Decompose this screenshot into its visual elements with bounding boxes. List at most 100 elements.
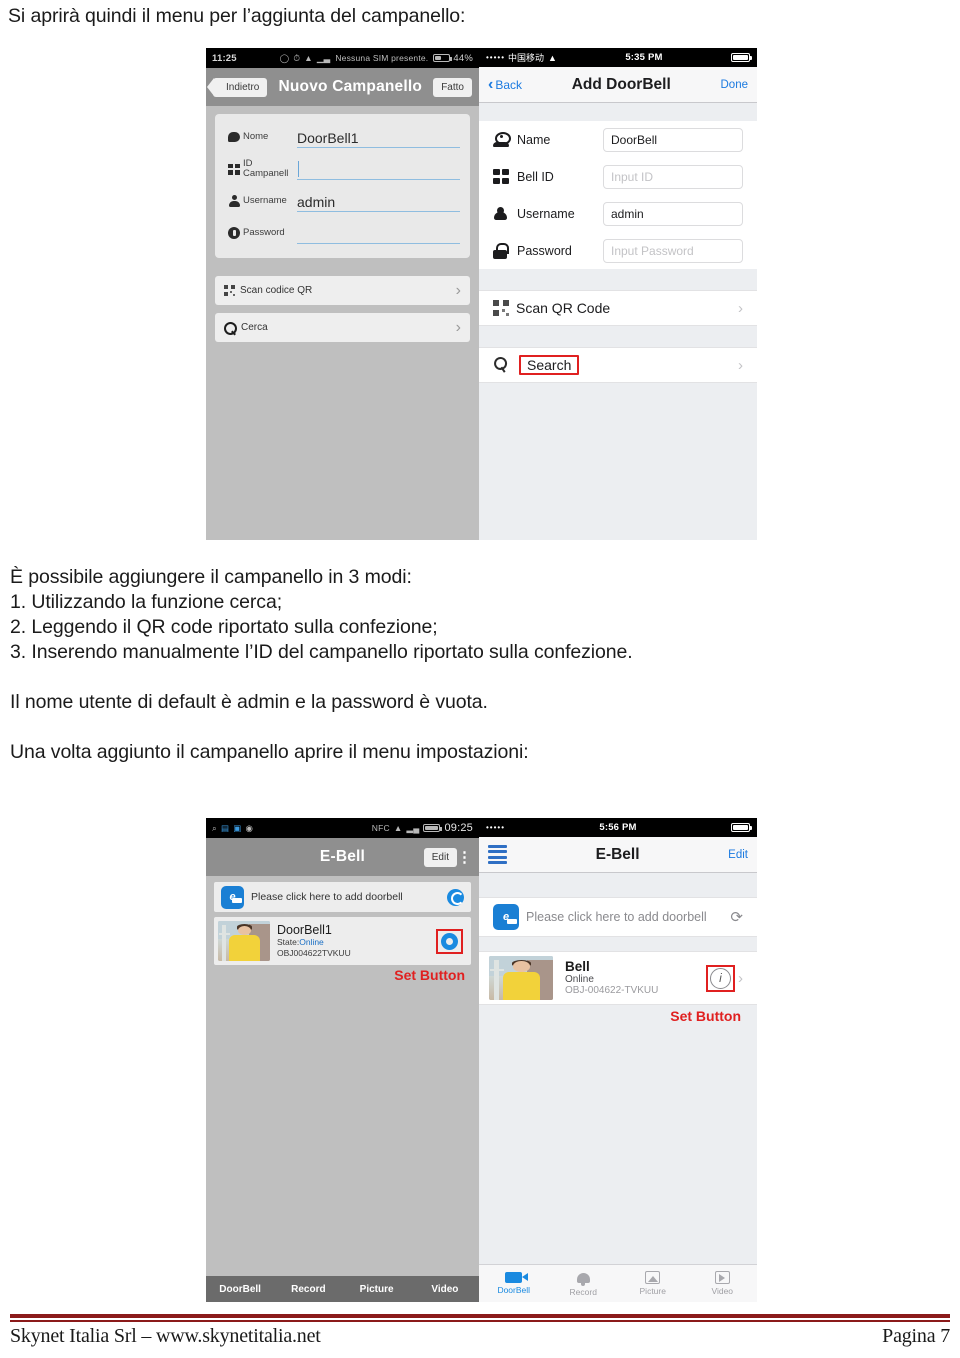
- scan-qr-row[interactable]: Scan codice QR ›: [215, 276, 470, 305]
- field-label: Username: [517, 206, 575, 221]
- camera-icon: [493, 132, 517, 147]
- edit-button[interactable]: Edit: [423, 847, 457, 867]
- lock-icon: [225, 227, 243, 239]
- menu-icon[interactable]: [488, 845, 507, 864]
- name-input-value: DoorBell1: [297, 130, 359, 146]
- device-list-item[interactable]: DoorBell1 State:Online OBJ004622TVKUU: [214, 917, 471, 965]
- video-camera-icon: [505, 1272, 529, 1283]
- android-status-time: 09:25: [444, 822, 473, 834]
- info-highlight-box: i: [706, 964, 735, 992]
- tab-label: Record: [569, 1286, 597, 1297]
- tab-picture[interactable]: Picture: [618, 1271, 688, 1296]
- chevron-right-icon: ›: [738, 969, 743, 987]
- gear-icon[interactable]: [441, 932, 458, 950]
- edit-button[interactable]: Edit: [728, 849, 748, 861]
- wifi-icon: ▲: [548, 52, 557, 63]
- intro-line: Si aprirà quindi il menu per l’aggiunta …: [8, 5, 466, 27]
- bell-id-input[interactable]: [297, 158, 460, 180]
- signal-icon: ▂▄: [406, 822, 420, 833]
- battery-icon: [433, 53, 453, 63]
- tab-record[interactable]: Record: [274, 1284, 342, 1295]
- form-row-password[interactable]: Password: [225, 217, 460, 249]
- android-navigation-bar: Indietro Nuovo Campanello Fatto: [206, 68, 479, 106]
- instructions-intro: È possibile aggiungere il campanello in …: [10, 566, 412, 588]
- android-battery-percent: 44%: [453, 52, 473, 64]
- android-form-card: Nome DoorBell1 ID Campanell Username adm…: [215, 114, 470, 258]
- wifi-icon: ▲: [393, 823, 403, 833]
- play-icon: [714, 1271, 730, 1284]
- device-list-item[interactable]: Bell Online OBJ-004622-TVKUU i ›: [479, 951, 757, 1005]
- chevron-right-icon: ›: [455, 281, 461, 299]
- footer-page-number: Pagina 7: [882, 1325, 950, 1347]
- tab-video[interactable]: Video: [411, 1284, 479, 1295]
- qr-icon: [493, 300, 509, 316]
- search-row[interactable]: Search ›: [479, 347, 757, 383]
- password-input[interactable]: Input Password: [603, 238, 743, 263]
- add-doorbell-row[interactable]: e Please click here to add doorbell ⟳: [479, 897, 757, 937]
- ios-navigation-bar: ‹ Back Add DoorBell Done: [479, 67, 757, 103]
- info-icon[interactable]: i: [710, 967, 731, 989]
- ebell-logo-icon: e: [493, 904, 519, 930]
- picture-icon: [645, 1271, 661, 1284]
- tab-doorbell[interactable]: DoorBell: [206, 1284, 274, 1295]
- device-state: State:Online: [277, 937, 436, 948]
- android-device-list-screen: ⌕ ▤ ▣ ◉ NFC ▲ ▂▄ 09:25 E-Bell Edit ⋮ e P…: [206, 818, 479, 1302]
- back-button[interactable]: ‹ Back: [488, 75, 522, 93]
- username-input[interactable]: admin: [297, 190, 460, 212]
- username-input[interactable]: admin: [603, 201, 743, 226]
- lock-icon: [493, 242, 517, 259]
- name-input[interactable]: DoorBell1: [297, 126, 460, 148]
- account-icon: ◉: [245, 822, 254, 833]
- field-label: Password: [517, 243, 572, 258]
- tab-doorbell[interactable]: DoorBell: [479, 1272, 549, 1295]
- form-row-username[interactable]: Username admin: [225, 185, 460, 217]
- screen-title: E-Bell: [595, 845, 640, 863]
- ios-form-group: Name DoorBell Bell ID Input ID Username …: [479, 121, 757, 269]
- nfc-icon: NFC: [371, 823, 390, 833]
- device-name: Bell: [565, 959, 590, 974]
- done-button[interactable]: Done: [721, 79, 749, 91]
- tab-label: Video: [711, 1286, 734, 1296]
- search-row[interactable]: Cerca ›: [215, 313, 470, 342]
- ios-tab-bar: DoorBell Record Picture Video: [479, 1264, 757, 1302]
- scan-qr-row[interactable]: Scan QR Code ›: [479, 290, 757, 326]
- instruction-item-2: 2. Leggendo il QR code riportato sulla c…: [10, 616, 438, 638]
- form-row-username[interactable]: Username admin: [479, 195, 757, 232]
- footer-rule-thick: [10, 1314, 950, 1318]
- name-input[interactable]: DoorBell: [603, 127, 743, 152]
- signal-dots-icon: •••••: [486, 823, 506, 832]
- tab-picture[interactable]: Picture: [343, 1284, 411, 1295]
- bell-icon: [576, 1271, 590, 1286]
- refresh-icon[interactable]: ⟳: [730, 908, 743, 926]
- chat-icon: [225, 132, 243, 142]
- tab-label: DoorBell: [497, 1285, 531, 1295]
- form-row-password[interactable]: Password Input Password: [479, 232, 757, 269]
- tab-record[interactable]: Record: [549, 1271, 619, 1297]
- search-label: Cerca: [241, 322, 268, 333]
- overflow-menu-icon[interactable]: ⋮: [457, 848, 472, 866]
- back-button[interactable]: Indietro: [213, 77, 268, 97]
- app-icon: ▣: [233, 822, 242, 833]
- chevron-left-icon: ‹: [488, 75, 494, 93]
- done-button[interactable]: Fatto: [433, 77, 472, 97]
- ios-status-time: 5:56 PM: [599, 822, 637, 833]
- grid-icon: [225, 163, 243, 175]
- signal-dots-icon: •••••: [486, 53, 506, 62]
- form-row-bell-id[interactable]: ID Campanell: [225, 153, 460, 185]
- form-row-bell-id[interactable]: Bell ID Input ID: [479, 158, 757, 195]
- tab-video[interactable]: Video: [688, 1271, 758, 1296]
- screen-title: Add DoorBell: [571, 75, 671, 93]
- instruction-item-3: 3. Inserendo manualmente l’ID del campan…: [10, 641, 633, 663]
- bell-id-input[interactable]: Input ID: [603, 164, 743, 189]
- ios-device-list-screen: ••••• 5:56 PM E-Bell Edit e Please click…: [479, 818, 757, 1302]
- field-label: Password: [243, 226, 285, 238]
- form-row-name[interactable]: Name DoorBell: [479, 121, 757, 158]
- settings-highlight-box: [436, 928, 463, 954]
- form-row-name[interactable]: Nome DoorBell1: [225, 121, 460, 153]
- password-input[interactable]: [297, 222, 460, 244]
- refresh-icon[interactable]: [447, 888, 464, 906]
- screenshot-device-list: ⌕ ▤ ▣ ◉ NFC ▲ ▂▄ 09:25 E-Bell Edit ⋮ e P…: [206, 818, 757, 1302]
- add-doorbell-row[interactable]: e Please click here to add doorbell: [214, 882, 471, 912]
- ios-status-bar: ••••• 5:56 PM: [479, 818, 757, 837]
- ios-navigation-bar: E-Bell Edit: [479, 837, 757, 873]
